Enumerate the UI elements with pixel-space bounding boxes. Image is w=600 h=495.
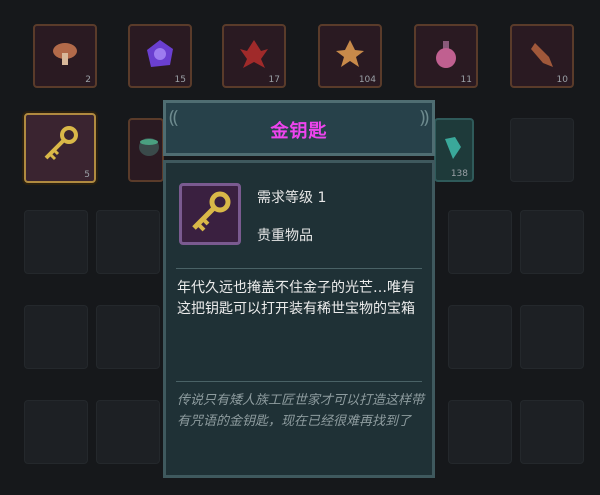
inventory-slot-empty[interactable] xyxy=(24,210,88,274)
inventory-slot-empty[interactable] xyxy=(520,305,584,369)
inventory-slot-gold-key[interactable]: 5 xyxy=(24,113,96,183)
item-description: 年代久远也掩盖不住金子的光芒…唯有这把钥匙可以打开装有稀世宝物的宝箱 xyxy=(177,280,415,317)
cauldron-icon xyxy=(139,137,159,156)
item-count: 138 xyxy=(450,169,468,179)
inventory-slot-empty[interactable] xyxy=(448,305,512,369)
item-tooltip: ⸨ ⸩ 金钥匙 需求等级 1 贵重物品 年代久远也掩盖不住金子的光芒…唯有这把钥… xyxy=(163,100,435,478)
inventory-slot-empty[interactable] xyxy=(96,400,160,464)
potion-flask-icon xyxy=(436,40,456,68)
mushroom-icon xyxy=(53,42,77,65)
item-lore: 传说只有矮人族工匠世家才可以打造这样带有咒语的金钥匙，现在已经很难再找到了 xyxy=(177,393,425,429)
inventory-slot-empty[interactable] xyxy=(96,305,160,369)
inventory-slot-orange-leaf[interactable]: 104 xyxy=(318,24,382,88)
inventory-slot-empty[interactable] xyxy=(510,118,574,182)
inventory-slot-potion[interactable]: 11 xyxy=(414,24,478,88)
inventory-slot-red-leaf[interactable]: 17 xyxy=(222,24,286,88)
inventory-slot-teal-item[interactable]: 138 xyxy=(434,118,474,182)
item-category: 贵重物品 xyxy=(257,228,313,244)
divider xyxy=(176,381,422,382)
inventory-slot-purple-gem[interactable]: 15 xyxy=(128,24,192,88)
inventory-slot-empty[interactable] xyxy=(448,400,512,464)
divider xyxy=(176,268,422,269)
inventory-slot-empty[interactable] xyxy=(448,210,512,274)
item-count: 11 xyxy=(460,75,472,85)
item-required-level: 需求等级 1 xyxy=(257,190,327,206)
item-count: 2 xyxy=(85,75,91,85)
inventory-slot-empty[interactable] xyxy=(96,210,160,274)
tooltip-title: 金钥匙 xyxy=(270,121,328,142)
teal-item-icon xyxy=(445,136,461,159)
item-count: 104 xyxy=(358,75,376,85)
tooltip-body: 需求等级 1 贵重物品 年代久远也掩盖不住金子的光芒…唯有这把钥匙可以打开装有稀… xyxy=(163,160,435,478)
item-count: 15 xyxy=(174,75,186,85)
item-count: 5 xyxy=(84,170,90,180)
item-icon-box xyxy=(179,183,241,245)
inventory-slot-root[interactable]: 10 xyxy=(510,24,574,88)
inventory-slot-mushroom[interactable]: 2 xyxy=(33,24,97,88)
orange-leaf-icon xyxy=(336,39,364,67)
inventory-slot-cauldron[interactable] xyxy=(128,118,164,182)
purple-gem-icon xyxy=(147,39,173,67)
tooltip-header: ⸨ ⸩ 金钥匙 xyxy=(163,100,435,156)
root-icon xyxy=(531,42,553,67)
inventory-slot-empty[interactable] xyxy=(520,400,584,464)
item-count: 10 xyxy=(556,75,568,85)
gold-key-icon xyxy=(44,126,78,161)
inventory-slot-empty[interactable] xyxy=(24,305,88,369)
item-count: 17 xyxy=(268,75,280,85)
red-leaf-icon xyxy=(240,39,268,68)
inventory-slot-empty[interactable] xyxy=(24,400,88,464)
gold-key-icon xyxy=(192,191,231,232)
inventory-slot-empty[interactable] xyxy=(520,210,584,274)
